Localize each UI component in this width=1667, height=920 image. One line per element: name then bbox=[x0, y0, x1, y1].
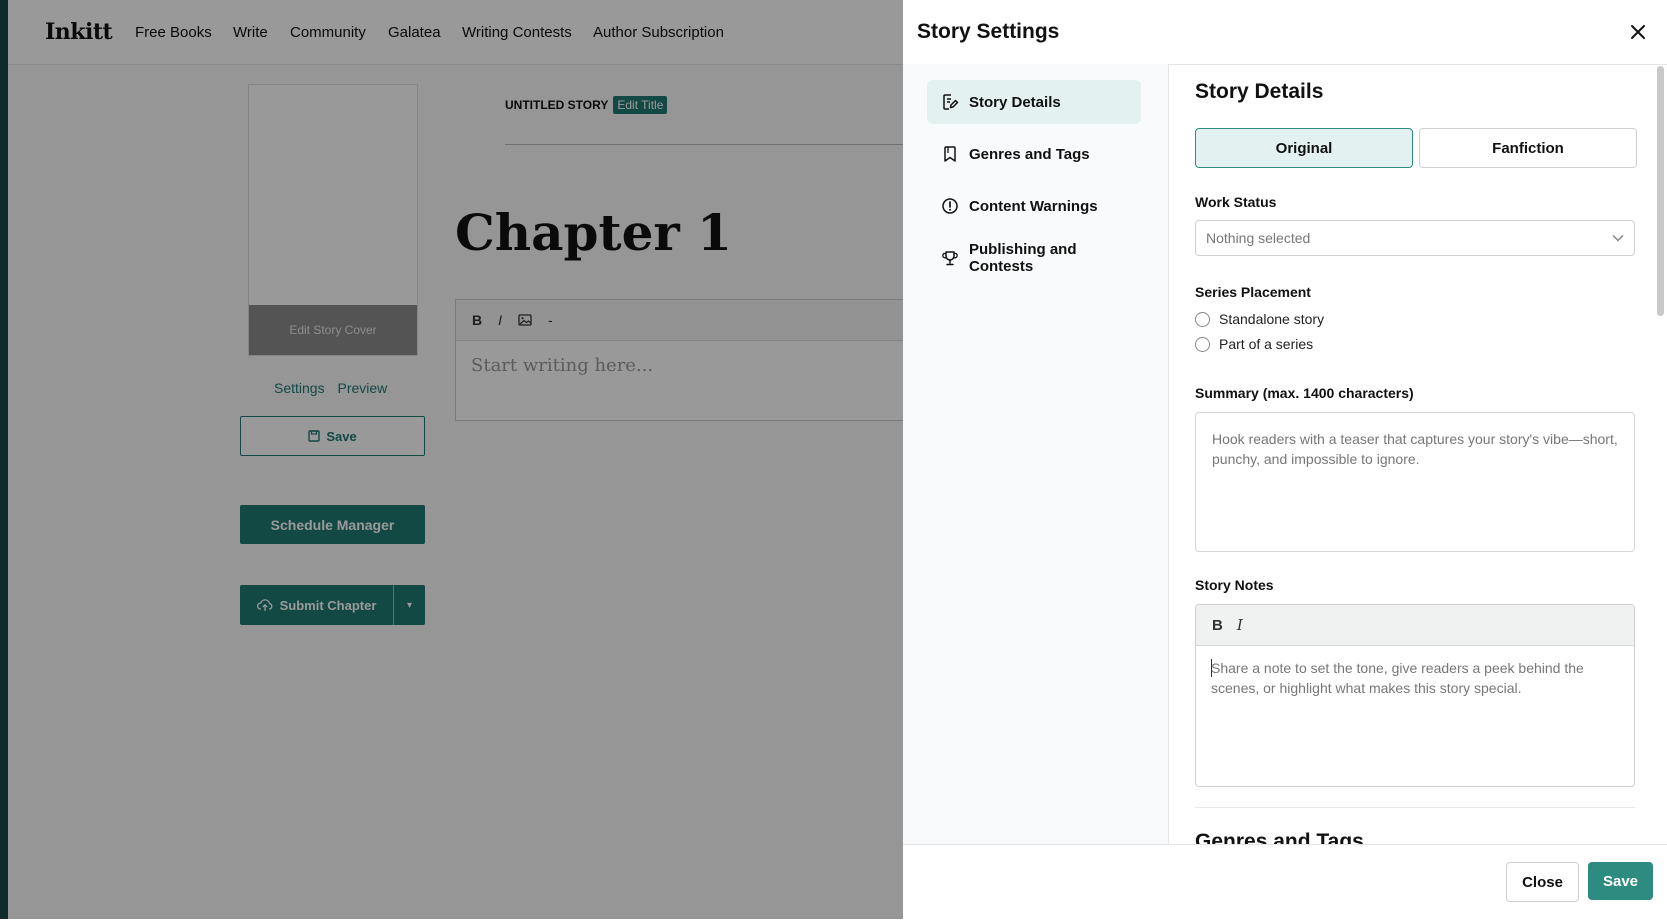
drawer-header: Story Settings bbox=[903, 0, 1667, 65]
original-toggle[interactable]: Original bbox=[1195, 128, 1413, 168]
close-drawer-button[interactable] bbox=[1626, 20, 1650, 44]
drawer-footer: Close Save bbox=[903, 844, 1667, 920]
notes-italic-button[interactable]: I bbox=[1237, 616, 1243, 634]
close-button[interactable]: Close bbox=[1506, 862, 1579, 902]
settings-sidebar: Story Details Genres and Tags Content Wa… bbox=[903, 64, 1169, 844]
trophy-icon bbox=[942, 251, 958, 266]
fanfiction-toggle[interactable]: Fanfiction bbox=[1419, 128, 1637, 168]
edit-doc-icon bbox=[943, 94, 959, 110]
sidebar-label: Content Warnings bbox=[969, 197, 1098, 215]
sidebar-item-publishing-contests[interactable]: Publishing and Contests bbox=[927, 236, 1141, 280]
story-notes-textarea[interactable]: Share a note to set the tone, give reade… bbox=[1196, 646, 1634, 710]
radio-label: Standalone story bbox=[1219, 311, 1325, 327]
chevron-down-icon bbox=[1612, 234, 1624, 242]
work-status-value: Nothing selected bbox=[1206, 230, 1311, 246]
story-settings-drawer: Story Settings Story Details Genres and … bbox=[903, 0, 1667, 920]
window-edge bbox=[0, 0, 8, 919]
alert-circle-icon bbox=[942, 198, 958, 214]
settings-content: Story Details Original Fanfiction Work S… bbox=[1169, 64, 1651, 844]
radio-label: Part of a series bbox=[1219, 336, 1314, 352]
radio-button[interactable] bbox=[1195, 311, 1210, 327]
close-icon bbox=[1631, 25, 1645, 39]
series-placement-label: Series Placement bbox=[1195, 284, 1311, 300]
sidebar-label: Genres and Tags bbox=[969, 145, 1090, 163]
notes-toolbar: B I bbox=[1196, 605, 1634, 646]
radio-standalone-story[interactable]: Standalone story bbox=[1195, 311, 1324, 327]
sidebar-item-genres-tags[interactable]: Genres and Tags bbox=[927, 132, 1141, 176]
summary-label: Summary (max. 1400 characters) bbox=[1195, 385, 1414, 401]
text-cursor bbox=[1211, 659, 1212, 677]
radio-part-of-series[interactable]: Part of a series bbox=[1195, 336, 1313, 352]
sidebar-label: Story Details bbox=[969, 93, 1061, 111]
story-notes-placeholder: Share a note to set the tone, give reade… bbox=[1211, 660, 1584, 696]
bookmark-icon bbox=[944, 146, 956, 162]
genres-tags-heading: Genres and Tags bbox=[1195, 830, 1364, 844]
notes-bold-button[interactable]: B bbox=[1212, 617, 1223, 634]
story-notes-editor: B I Share a note to set the tone, give r… bbox=[1195, 604, 1635, 787]
work-status-select[interactable]: Nothing selected bbox=[1195, 220, 1635, 256]
section-divider bbox=[1195, 807, 1635, 808]
story-notes-label: Story Notes bbox=[1195, 577, 1274, 593]
sidebar-label: Publishing and Contests bbox=[969, 241, 1077, 275]
content-scrollbar[interactable] bbox=[1657, 66, 1664, 316]
sidebar-item-content-warnings[interactable]: Content Warnings bbox=[927, 184, 1141, 228]
sidebar-item-story-details[interactable]: Story Details bbox=[927, 80, 1141, 124]
modal-backdrop[interactable] bbox=[0, 0, 903, 919]
work-status-label: Work Status bbox=[1195, 194, 1277, 210]
story-details-heading: Story Details bbox=[1195, 80, 1324, 103]
radio-button[interactable] bbox=[1195, 336, 1210, 352]
summary-textarea[interactable]: Hook readers with a teaser that captures… bbox=[1195, 412, 1635, 552]
save-button[interactable]: Save bbox=[1588, 862, 1653, 900]
drawer-title: Story Settings bbox=[917, 20, 1060, 43]
